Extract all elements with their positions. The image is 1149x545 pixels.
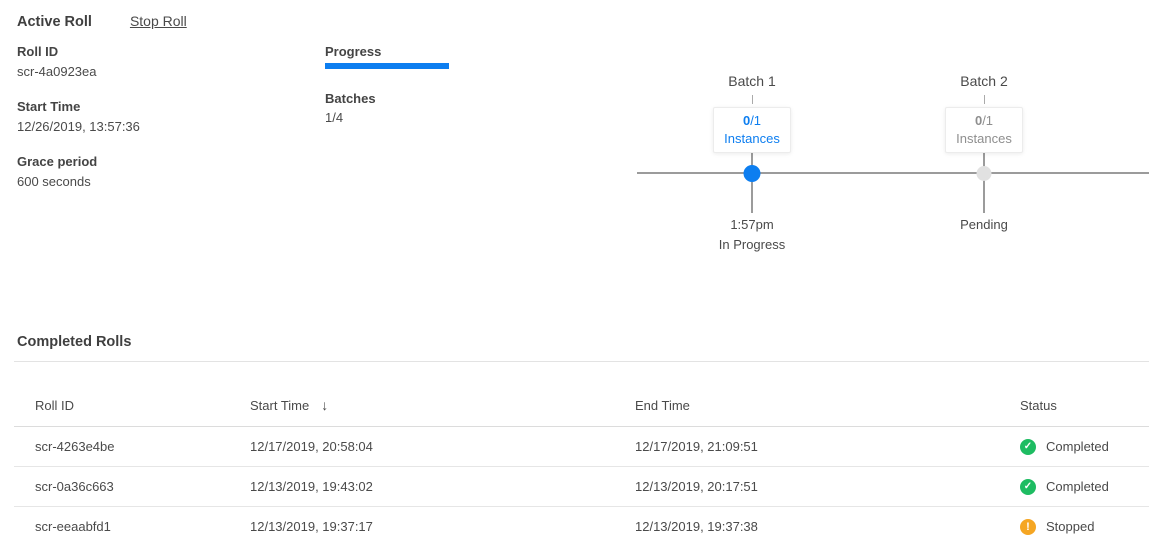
column-header-start-time[interactable]: Start Time ↓ <box>250 397 635 413</box>
stop-roll-link[interactable]: Stop Roll <box>130 13 187 29</box>
start-time-field: Start Time 12/26/2019, 13:57:36 <box>17 99 140 135</box>
status-text: Completed <box>1046 439 1109 454</box>
cell-end-time: 12/13/2019, 19:37:38 <box>635 519 1020 534</box>
cell-roll-id: scr-0a36c663 <box>35 479 250 494</box>
progress-bar <box>325 63 449 69</box>
cell-end-time: 12/17/2019, 21:09:51 <box>635 439 1020 454</box>
batch-1-instances-box[interactable]: 0/1 Instances <box>713 107 791 153</box>
batch-1-status: In Progress <box>682 237 822 252</box>
status-text: Completed <box>1046 479 1109 494</box>
cell-status: ✓ Completed <box>1020 439 1149 455</box>
cell-end-time: 12/13/2019, 20:17:51 <box>635 479 1020 494</box>
progress-label: Progress <box>325 44 525 60</box>
table-row: scr-0a36c663 12/13/2019, 19:43:02 12/13/… <box>14 467 1149 507</box>
active-roll-section: Active Roll Stop Roll Roll ID scr-4a0923… <box>0 0 1149 318</box>
batch-1-instance-count: 0/1 <box>714 112 790 130</box>
batch-1-marker-dot <box>744 165 761 182</box>
cell-start-time: 12/13/2019, 19:37:17 <box>250 519 635 534</box>
exclamation-icon: ! <box>1020 519 1036 535</box>
grace-period-label: Grace period <box>17 154 140 170</box>
grace-period-value: 600 seconds <box>17 174 140 190</box>
batch-2-instances-box: 0/1 Instances <box>945 107 1023 153</box>
active-roll-title: Active Roll <box>17 14 92 30</box>
cell-start-time: 12/17/2019, 20:58:04 <box>250 439 635 454</box>
column-header-status: Status <box>1020 398 1149 413</box>
completed-rolls-title: Completed Rolls <box>17 334 1149 351</box>
cell-start-time: 12/13/2019, 19:43:02 <box>250 479 635 494</box>
start-time-label: Start Time <box>17 99 140 115</box>
roll-management-page: Active Roll Stop Roll Roll ID scr-4a0923… <box>0 0 1149 545</box>
table-row: scr-4263e4be 12/17/2019, 20:58:04 12/17/… <box>14 427 1149 467</box>
progress-column: Progress Batches 1/4 <box>325 44 525 126</box>
active-roll-header: Active Roll Stop Roll <box>17 13 187 30</box>
roll-id-field: Roll ID scr-4a0923ea <box>17 44 140 80</box>
batch-2-tick <box>984 95 985 104</box>
cell-status: ! Stopped <box>1020 519 1149 535</box>
batch-2-marker-dot <box>977 166 992 181</box>
batch-2-instances-label: Instances <box>946 130 1022 148</box>
table-header-row: Roll ID Start Time ↓ End Time Status <box>14 362 1149 427</box>
roll-info-column: Roll ID scr-4a0923ea Start Time 12/26/20… <box>17 44 140 209</box>
batch-1-time: 1:57pm <box>682 217 822 232</box>
cell-status: ✓ Completed <box>1020 479 1149 495</box>
batch-2-connector-line <box>983 153 985 213</box>
sort-descending-icon[interactable]: ↓ <box>321 397 328 413</box>
roll-id-value: scr-4a0923ea <box>17 64 140 80</box>
batches-value: 1/4 <box>325 110 525 126</box>
batch-1-instances-label: Instances <box>714 130 790 148</box>
batch-1-name: Batch 1 <box>682 73 822 89</box>
table-row: scr-eeaabfd1 12/13/2019, 19:37:17 12/13/… <box>14 507 1149 545</box>
completed-rolls-table: Roll ID Start Time ↓ End Time Status scr… <box>14 362 1149 545</box>
batch-2-instance-count: 0/1 <box>946 112 1022 130</box>
batch-2-name: Batch 2 <box>914 73 1054 89</box>
batch-2-time: Pending <box>914 217 1054 232</box>
start-time-value: 12/26/2019, 13:57:36 <box>17 119 140 135</box>
completed-rolls-section: Completed Rolls Roll ID Start Time ↓ End… <box>0 318 1149 545</box>
cell-roll-id: scr-4263e4be <box>35 439 250 454</box>
batches-label: Batches <box>325 91 525 107</box>
timeline-axis <box>637 172 1149 174</box>
status-text: Stopped <box>1046 519 1094 534</box>
cell-roll-id: scr-eeaabfd1 <box>35 519 250 534</box>
column-header-end-time: End Time <box>635 398 1020 413</box>
check-icon: ✓ <box>1020 439 1036 455</box>
check-icon: ✓ <box>1020 479 1036 495</box>
grace-period-field: Grace period 600 seconds <box>17 154 140 190</box>
column-header-roll-id: Roll ID <box>35 398 250 413</box>
roll-id-label: Roll ID <box>17 44 140 60</box>
batch-1-tick <box>752 95 753 104</box>
batch-1-connector-line <box>751 153 753 213</box>
